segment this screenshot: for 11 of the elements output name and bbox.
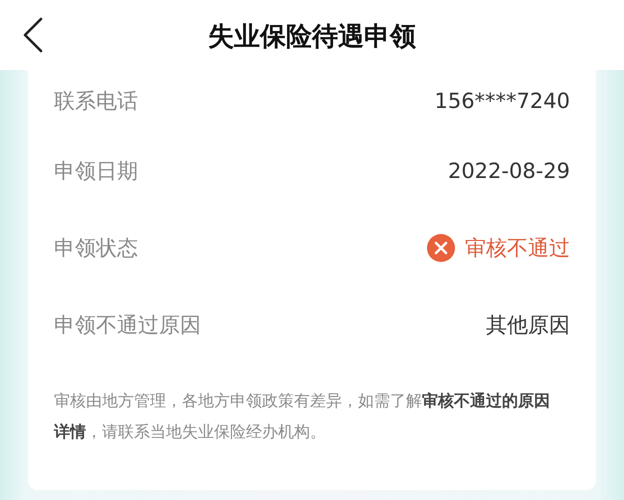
notice-text: 审核由地方管理，各地方申领政策有差异，如需了解审核不通过的原因详情，请联系当地失业保险经办机构。	[54, 390, 551, 443]
page-title: 失业保险待遇申领	[208, 20, 416, 54]
field-label: 申领状态	[54, 234, 138, 262]
field-label: 申领不通过原因	[54, 312, 201, 338]
field-label: 申领日期	[54, 158, 138, 184]
field-value: 2022-08-29	[448, 158, 570, 182]
status-text: 审核不通过	[465, 234, 570, 262]
back-button[interactable]	[22, 17, 44, 53]
field-value: 其他原因	[486, 312, 570, 338]
field-label: 联系电话	[54, 88, 138, 115]
field-value: 156****7240	[434, 89, 570, 113]
